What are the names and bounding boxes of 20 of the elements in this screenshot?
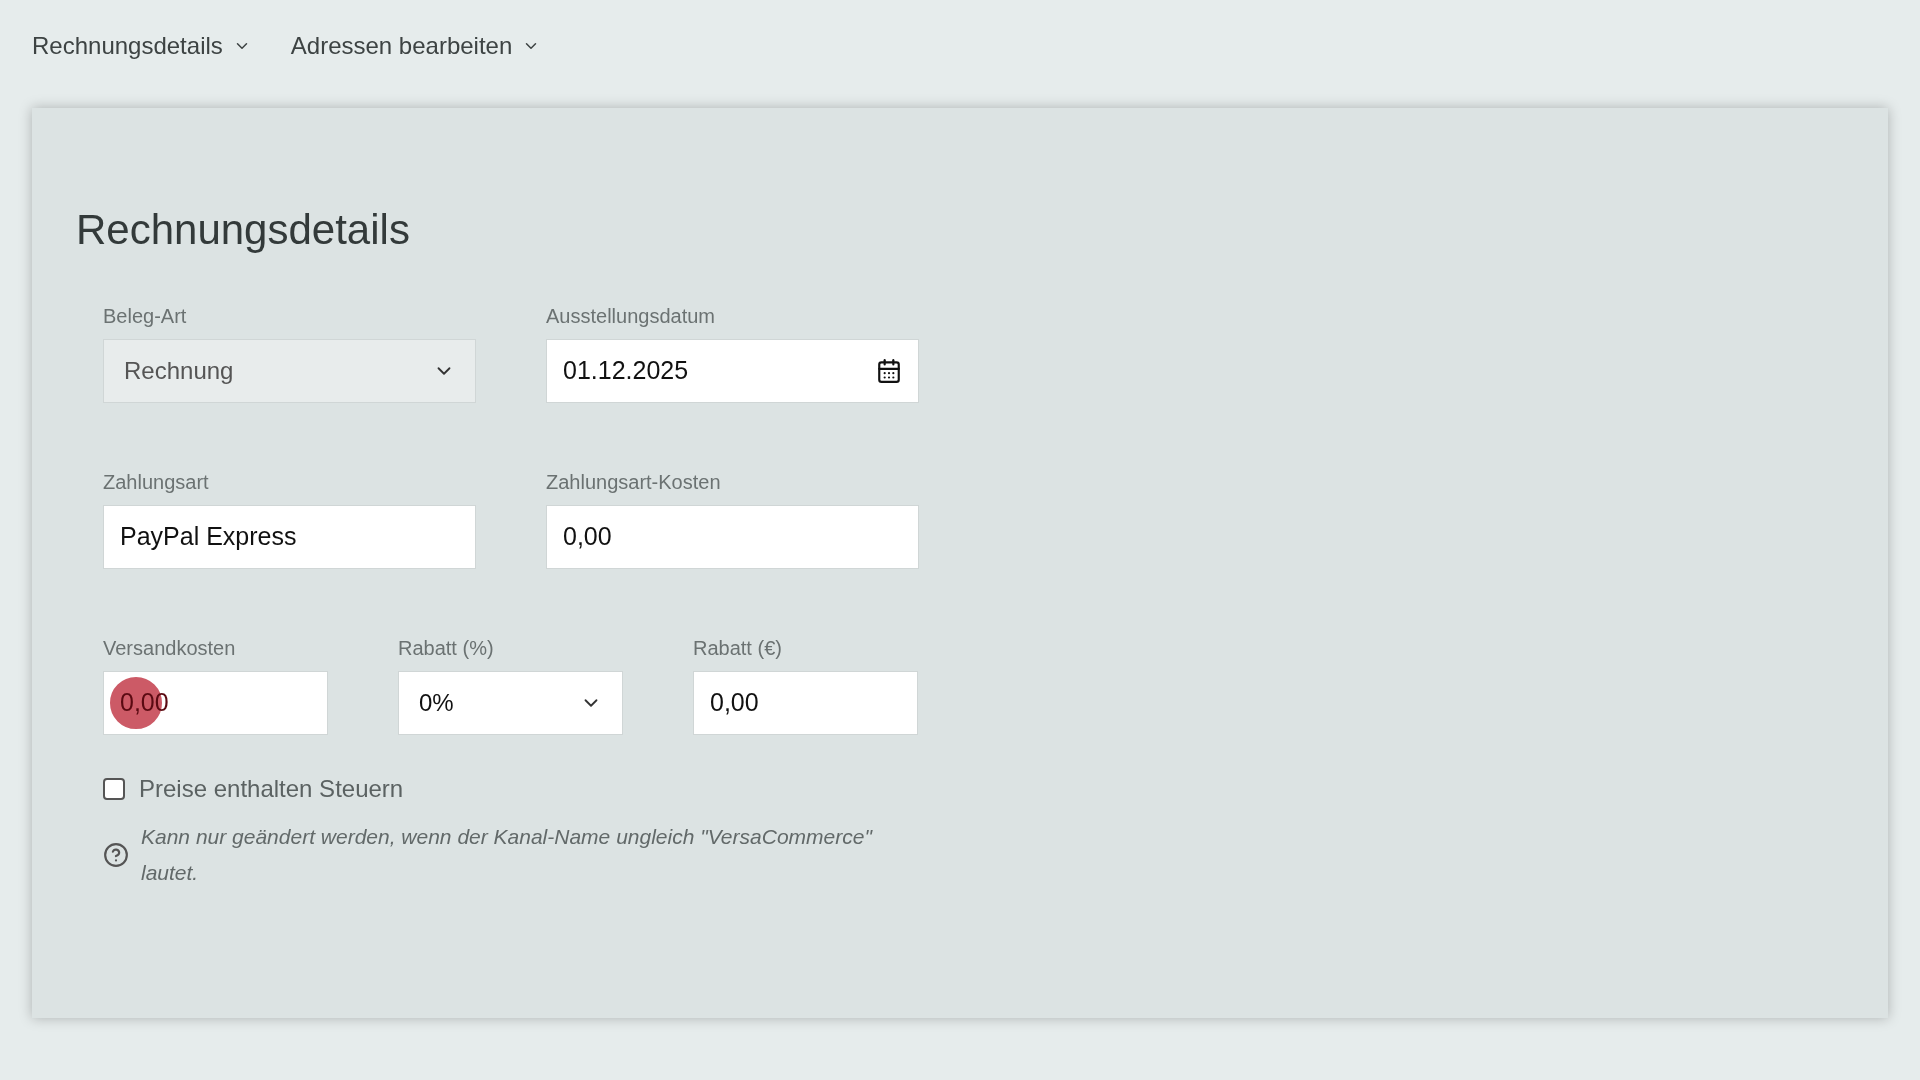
checkbox[interactable]	[103, 778, 125, 800]
input-field[interactable]: 0,00	[693, 671, 918, 735]
field-label: Zahlungsart-Kosten	[546, 470, 722, 495]
checkbox-label: Preise enthalten Steuern	[139, 774, 404, 804]
date-field[interactable]: 01.12.2025	[546, 339, 919, 403]
field-label: Zahlungsart	[103, 470, 210, 495]
field-label: Ausstellungsdatum	[546, 304, 716, 329]
calendar-icon[interactable]	[876, 358, 902, 384]
field-label: Versandkosten	[103, 636, 237, 661]
field-label: Rabatt (€)	[693, 636, 783, 661]
field-label: Beleg-Art	[103, 304, 188, 329]
nav-dropdown[interactable]: Adressen bearbeiten	[290, 28, 541, 64]
select-field[interactable]: 0%	[398, 671, 623, 735]
help-icon	[103, 842, 129, 868]
field-label: Rabatt (%)	[398, 636, 495, 661]
nav-dropdown[interactable]: Rechnungsdetails	[32, 28, 251, 64]
input-field[interactable]: 0,00	[546, 505, 919, 569]
help-text: Kann nur geändert werden, wenn der Kanal-Name ungleich "VersaCommerce" lautet.	[141, 824, 874, 886]
input-field[interactable]: PayPal Express	[103, 505, 476, 569]
section-title: Rechnungsdetails	[76, 205, 411, 255]
